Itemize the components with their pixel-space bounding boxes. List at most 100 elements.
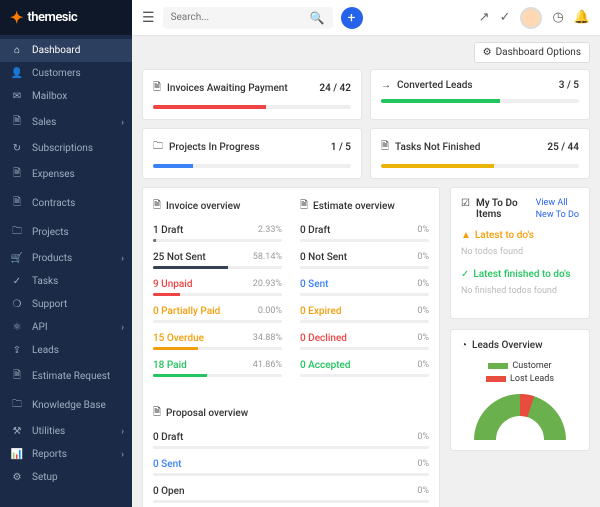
ov-label: 0 Draft [300,225,330,236]
chevron-right-icon: › [121,427,124,437]
stat-card[interactable]: 🗎Invoices Awaiting Payment24 / 42 [142,69,362,120]
legend-item: Customer [488,361,551,371]
estimate-overview: 🗎Estimate overview0 Draft0%0 Not Sent0%0… [300,198,429,387]
todo-view-all-link[interactable]: View All [536,198,579,208]
stat-card[interactable]: →Converted Leads3 / 5 [370,69,590,120]
stats-row: 🗎Invoices Awaiting Payment24 / 42→Conver… [142,69,590,179]
dashboard-options-button[interactable]: ⚙ Dashboard Options [474,42,590,63]
folder-icon: 🗀 [10,224,24,241]
search-input[interactable] [171,12,304,23]
ov-pct: 0% [417,252,429,263]
todo-icon: ☑ [461,198,470,209]
ov-label: 25 Not Sent [153,252,206,263]
nav-item-estimate-request[interactable]: 🗎Estimate Request [0,362,132,391]
overview-row: 1 Draft2.33% [153,225,282,242]
doc-icon: 🗎 [10,368,24,385]
nav-label: Utilities [32,426,65,437]
nav-item-products[interactable]: 🛒Products› [0,247,132,270]
overview-row: 0 Draft0% [300,225,429,242]
leads-card: ◔ Leads Overview Customer Lost Leads [450,329,590,451]
doc-icon: 🗎 [10,114,24,131]
clock-icon[interactable]: ◷ [552,10,563,25]
refresh-icon: ↻ [10,143,24,154]
nav-item-support[interactable]: ❍Support [0,293,132,316]
check-icon[interactable]: ✓ [500,10,511,25]
nav-label: Reports [32,449,67,460]
leads-icon: ⇪ [10,345,24,356]
ov-pct: 2.33% [258,225,282,236]
ov-pct: 0% [417,486,429,497]
nav-item-tasks[interactable]: ✓Tasks [0,270,132,293]
stat-title: Projects In Progress [169,142,260,153]
overview-row: 0 Draft0% [153,432,429,449]
ov-pct: 0% [417,459,429,470]
share-icon[interactable]: ↗ [479,10,490,25]
nav-item-utilities[interactable]: ⚒ Utilities › [0,420,132,443]
mail-icon: ✉ [10,91,24,102]
life-icon: ❍ [10,299,24,310]
nav-item-api[interactable]: ⚛API› [0,316,132,339]
util-icon: ⚒ [10,426,24,437]
ov-label: 0 Sent [300,279,328,290]
avatar[interactable] [520,7,542,29]
nav-item-setup[interactable]: ⚙Setup [0,466,132,489]
nav-label: Expenses [32,169,75,180]
ov-label: 0 Not Sent [300,252,347,263]
nav-item-leads[interactable]: ⇪Leads [0,339,132,362]
content: 🗎Invoices Awaiting Payment24 / 42→Conver… [132,69,600,507]
ov-pct: 0.00% [258,306,282,317]
nav-item-knowledge-base[interactable]: 🗀 Knowledge Base [0,391,132,420]
stat-title: Tasks Not Finished [395,142,480,153]
todo-new-link[interactable]: New To Do [536,210,579,220]
overview-row: 0 Sent0% [153,459,429,476]
brand-logo[interactable]: ✦ themesic [0,0,132,35]
stat-card[interactable]: 🗎Tasks Not Finished25 / 44 [370,128,590,179]
nav-item-projects[interactable]: 🗀 Projects [0,218,132,247]
overview-row: 0 Not Sent 0% [300,252,429,269]
overview-row: 0 Accepted0% [300,360,429,377]
ov-label: 0 Accepted [300,360,351,371]
overview-row: 9 Unpaid20.93% [153,279,282,296]
overview-row: 0 Declined0% [300,333,429,350]
add-button[interactable]: + [341,7,363,29]
nav-label: Knowledge Base [32,400,106,411]
folder-icon: 🗀 [10,397,24,414]
ov-title: Estimate overview [313,201,395,212]
chart-icon: ◔ [461,340,467,351]
cart-icon: 🛒 [10,253,24,264]
nav-item-expenses[interactable]: 🗎Expenses [0,160,132,189]
stat-title: Invoices Awaiting Payment [167,83,288,94]
stat-card[interactable]: 🗀Projects In Progress1 / 5 [142,128,362,179]
ov-pct: 41.86% [253,360,282,371]
nav-item-reports[interactable]: 📊 Reports › [0,443,132,466]
home-icon: ⌂ [10,45,24,56]
stat-bar [381,164,579,168]
overview-row: 0 Sent 0% [300,279,429,296]
stat-value: 1 / 5 [331,142,351,153]
bell-icon[interactable]: 🔔 [574,10,590,25]
nav-item-subscriptions[interactable]: ↻Subscriptions [0,137,132,160]
ov-label: 9 Unpaid [153,279,192,290]
ov-label: 15 Overdue [153,333,204,344]
ov-label: 0 Expired [300,306,341,317]
chevron-right-icon: › [121,323,124,333]
brand-icon: ✦ [10,8,23,27]
leads-title: Leads Overview [472,340,542,351]
nav-item-customers[interactable]: 👤Customers [0,62,132,85]
nav-item-sales[interactable]: 🗎Sales› [0,108,132,137]
menu-toggle-icon[interactable]: ☰ [142,10,155,26]
nav-label: Sales [32,117,56,128]
chevron-right-icon: › [121,450,124,460]
nav-label: Projects [32,227,69,238]
nav-item-contracts[interactable]: 🗎Contracts [0,189,132,218]
search-icon[interactable]: 🔍 [310,11,325,25]
ov-pct: 0% [417,279,429,290]
legend-label: Lost Leads [510,374,554,384]
nav-item-dashboard[interactable]: ⌂Dashboard [0,39,132,62]
stat-bar [381,99,579,103]
arrow-icon: → [381,80,391,91]
ov-label: 0 Declined [300,333,347,344]
chart-icon: 📊 [10,449,24,460]
search-box[interactable]: 🔍 [163,7,333,29]
nav-item-mailbox[interactable]: ✉Mailbox [0,85,132,108]
